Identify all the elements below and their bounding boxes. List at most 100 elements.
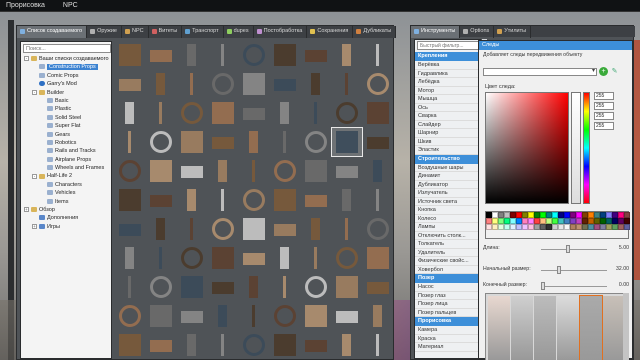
prop-icon[interactable] xyxy=(208,215,238,243)
prop-icon[interactable] xyxy=(239,302,269,330)
prop-icon[interactable] xyxy=(301,128,331,156)
tab-dupe2[interactable]: Дубликаты xyxy=(353,26,397,38)
tab-save[interactable]: Сохранения xyxy=(307,26,354,38)
prop-icon[interactable] xyxy=(301,244,331,272)
prop-icon[interactable] xyxy=(363,41,392,69)
prop-icon[interactable] xyxy=(239,70,269,98)
prop-icon[interactable] xyxy=(332,157,362,185)
trail-material-thumb[interactable] xyxy=(534,296,556,360)
prop-icon[interactable] xyxy=(332,215,362,243)
prop-icon[interactable] xyxy=(363,273,392,301)
prop-icon[interactable] xyxy=(239,244,269,272)
tree-node[interactable]: Wheels and Frames xyxy=(21,164,111,172)
prop-icon[interactable] xyxy=(301,157,331,185)
prop-icon[interactable] xyxy=(301,186,331,214)
tab-options[interactable]: Options xyxy=(460,26,495,38)
prop-icon[interactable] xyxy=(177,302,207,330)
tool-item[interactable]: Верёвка xyxy=(415,61,480,70)
tool-filter-input[interactable] xyxy=(417,41,480,50)
prop-icon[interactable] xyxy=(177,128,207,156)
slider-knob[interactable] xyxy=(565,245,570,253)
slider-value[interactable]: 32.00 xyxy=(616,266,629,272)
tool-category-header[interactable]: Позер xyxy=(415,274,480,283)
trail-material-thumb[interactable] xyxy=(557,296,579,360)
prop-icon[interactable] xyxy=(146,302,176,330)
prop-icon[interactable] xyxy=(332,70,362,98)
tool-item[interactable]: Колесо xyxy=(415,215,480,223)
tool-item[interactable]: Дубликатор xyxy=(415,181,480,189)
prop-icon[interactable] xyxy=(239,186,269,214)
green-field[interactable]: 255 xyxy=(594,102,614,110)
expand-icon[interactable]: + xyxy=(32,223,37,229)
prop-icon[interactable] xyxy=(270,331,300,359)
prop-icon[interactable] xyxy=(115,273,145,301)
tool-item[interactable]: Гидравлика xyxy=(415,70,480,78)
prop-icon[interactable] xyxy=(270,302,300,330)
prop-icon[interactable] xyxy=(177,157,207,185)
tool-item[interactable]: Шарнир xyxy=(415,129,480,138)
prop-icon[interactable] xyxy=(301,331,331,359)
prop-icon[interactable] xyxy=(301,70,331,98)
tool-item[interactable]: Ховербол xyxy=(415,266,480,274)
tree-node[interactable]: Gears xyxy=(21,131,111,139)
tool-item[interactable]: Сварка xyxy=(415,112,480,121)
menu-item-npc[interactable]: NPC xyxy=(61,2,80,9)
prop-icon[interactable] xyxy=(146,273,176,301)
alpha-field[interactable]: 255 xyxy=(594,122,614,130)
tool-item[interactable]: Кнопка xyxy=(415,206,480,215)
prop-icon[interactable] xyxy=(301,41,331,69)
prop-icon[interactable] xyxy=(146,99,176,127)
color-swatch[interactable] xyxy=(624,224,630,230)
prop-icon[interactable] xyxy=(363,157,392,185)
tree-node[interactable]: + Обзор xyxy=(21,206,111,214)
tree-node[interactable]: Garry's Mod xyxy=(21,80,111,88)
prop-icon[interactable] xyxy=(115,331,145,359)
prop-icon[interactable] xyxy=(115,99,145,127)
prop-icon[interactable] xyxy=(332,273,362,301)
slider-knob[interactable] xyxy=(541,282,545,290)
tool-item[interactable]: Слайдер xyxy=(415,121,480,129)
alpha-bar[interactable] xyxy=(571,92,581,204)
collapse-icon[interactable]: - xyxy=(32,89,37,95)
prop-icon[interactable] xyxy=(363,302,392,330)
tool-item[interactable]: Материал xyxy=(415,343,480,352)
prop-icon[interactable] xyxy=(208,41,238,69)
edit-preset-icon[interactable]: ✎ xyxy=(610,67,619,76)
prop-icon[interactable] xyxy=(115,244,145,272)
prop-icon[interactable] xyxy=(332,244,362,272)
prop-icon[interactable] xyxy=(363,244,392,272)
tree-node[interactable]: Items xyxy=(21,198,111,206)
tool-item[interactable]: Источник света xyxy=(415,198,480,206)
collapse-icon[interactable]: - xyxy=(24,56,29,62)
prop-icon[interactable] xyxy=(115,157,145,185)
tool-item[interactable]: Толкатель xyxy=(415,240,480,249)
prop-icon[interactable] xyxy=(146,186,176,214)
prop-icon[interactable] xyxy=(115,186,145,214)
tree-node[interactable]: Characters xyxy=(21,181,111,189)
prop-icon[interactable] xyxy=(146,157,176,185)
tree-node[interactable]: Basic xyxy=(21,97,111,105)
prop-icon[interactable] xyxy=(115,70,145,98)
prop-icon[interactable] xyxy=(146,215,176,243)
tool-item[interactable]: Удалитель xyxy=(415,249,480,257)
menu-item-rendering[interactable]: Прорисовка xyxy=(4,2,47,9)
prop-icon[interactable] xyxy=(177,273,207,301)
prop-icon[interactable] xyxy=(115,302,145,330)
prop-icon[interactable] xyxy=(177,331,207,359)
tool-item[interactable]: Мышца xyxy=(415,95,480,104)
tool-item[interactable]: Позер лица xyxy=(415,300,480,309)
prop-icon[interactable] xyxy=(208,302,238,330)
slider-value[interactable]: 5.00 xyxy=(619,245,629,251)
prop-icon[interactable] xyxy=(270,99,300,127)
tool-category-header[interactable]: Крепления xyxy=(415,52,480,61)
tab-post[interactable]: Постобработка xyxy=(254,26,308,38)
prop-icon[interactable] xyxy=(301,215,331,243)
prop-icon[interactable] xyxy=(270,128,300,156)
tool-item[interactable]: Мотор xyxy=(415,87,480,95)
prop-icon[interactable] xyxy=(270,244,300,272)
tree-node[interactable]: Airplane Props xyxy=(21,156,111,164)
tree-node[interactable]: Plastic xyxy=(21,105,111,113)
tree-node[interactable]: Дополнения xyxy=(21,214,111,222)
prop-icon[interactable] xyxy=(239,331,269,359)
trail-material-thumb[interactable] xyxy=(511,296,533,360)
